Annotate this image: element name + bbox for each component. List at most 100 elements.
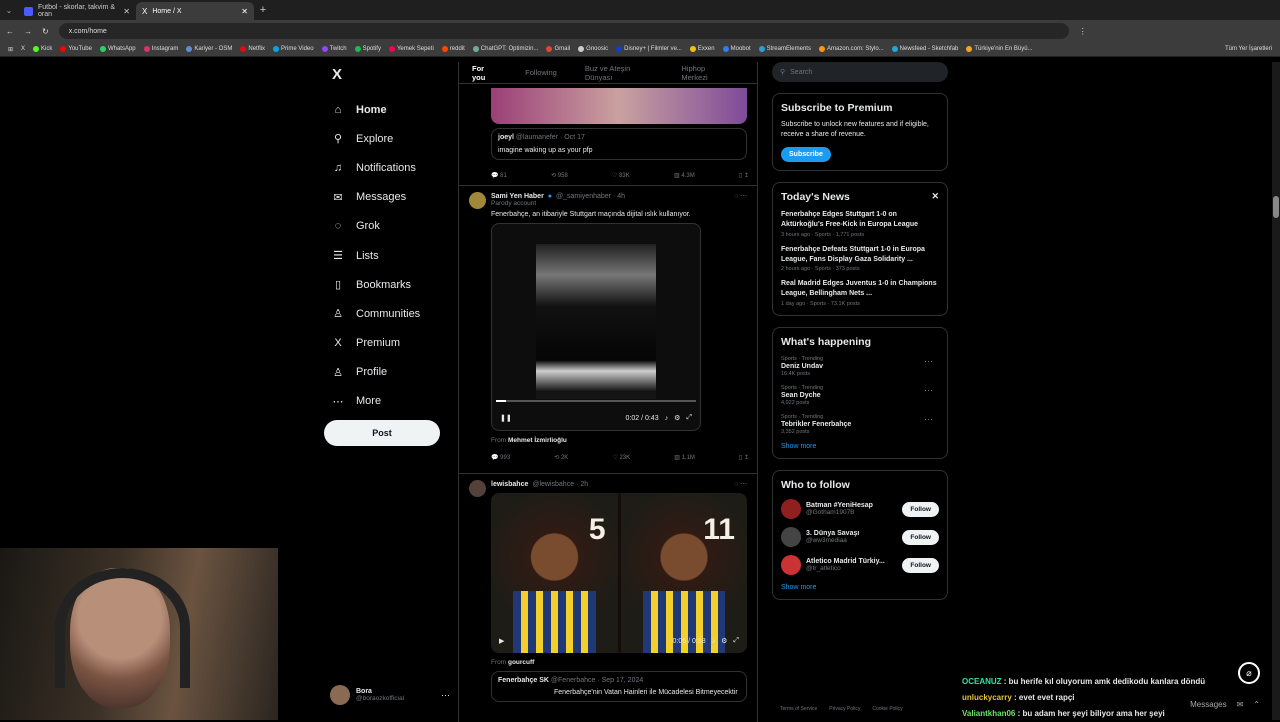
follow-suggestion[interactable]: Batman #YeniHesap @Gotham1907B Follow bbox=[781, 499, 939, 520]
bookmark-icon[interactable]: ▯ ↥ bbox=[739, 172, 749, 179]
nav-bookmarks[interactable]: ▯ Bookmarks bbox=[326, 270, 456, 299]
bookmark-item[interactable]: ChatGPT: Optimizin... bbox=[472, 46, 538, 52]
volume-icon[interactable]: ♪ bbox=[712, 638, 716, 645]
bookmark-item[interactable]: Gmail bbox=[546, 46, 570, 52]
avatar[interactable] bbox=[469, 192, 486, 209]
quoted-tweet[interactable]: Fenerbahçe SK @Fenerbahce · Sep 17, 2024… bbox=[491, 671, 747, 702]
bookmark-item[interactable]: Türkiye'nin En Büyü... bbox=[966, 46, 1033, 52]
forward-icon[interactable]: → bbox=[24, 27, 32, 36]
close-icon[interactable]: ✕ bbox=[241, 7, 248, 16]
more-icon[interactable]: ⋯ bbox=[924, 414, 933, 425]
news-item[interactable]: Fenerbahçe Edges Stuttgart 1-0 on Aktürk… bbox=[781, 210, 939, 238]
bookmark-item[interactable]: Moobot bbox=[722, 46, 751, 52]
url-field[interactable]: x.com/home bbox=[58, 23, 1069, 39]
video-player[interactable]: ❚❚ 0:02 / 0:43 ♪ ⚙ ⤢ bbox=[491, 223, 701, 431]
bookmark-item[interactable]: Amazon.com: Stylo... bbox=[818, 46, 884, 52]
grok-icon[interactable]: ◌ ⋯ bbox=[734, 480, 747, 488]
close-icon[interactable]: ✕ bbox=[123, 7, 130, 16]
volume-icon[interactable]: ♪ bbox=[665, 415, 669, 422]
more-icon[interactable]: ⋯ bbox=[924, 356, 933, 367]
nav-lists[interactable]: ☰ Lists bbox=[326, 241, 456, 270]
follow-suggestion[interactable]: 3. Dünya Savaşı @ww3mediaa Follow bbox=[781, 527, 939, 548]
bookmark-item[interactable]: StreamElements bbox=[758, 46, 811, 52]
nav-communities[interactable]: ♙ Communities bbox=[326, 299, 456, 328]
news-item[interactable]: Fenerbahçe Defeats Stuttgart 1-0 in Euro… bbox=[781, 245, 939, 273]
new-tab-button[interactable]: + bbox=[254, 4, 272, 16]
tweet-image[interactable] bbox=[491, 88, 747, 124]
tab-futbol[interactable]: Futbol - skorlar, takvim & oran ✕ bbox=[18, 2, 136, 20]
bookmark-item[interactable]: Gnoosic bbox=[578, 46, 608, 52]
trend-item[interactable]: Sports · Trending Tebrikler Fenerbahçe 3,3… bbox=[781, 414, 939, 435]
reply-button[interactable]: 💬 81 bbox=[491, 172, 507, 179]
bookmark-item[interactable]: Exxen bbox=[689, 46, 715, 52]
bookmark-item[interactable]: Spotify bbox=[354, 46, 381, 52]
nav-profile[interactable]: ♙ Profile bbox=[326, 358, 456, 387]
apps-icon[interactable]: ⊞ bbox=[8, 46, 13, 53]
tweet[interactable]: Sami Yen Haber ● @_samiyenhaber · 4h ◌ ⋯ Pa… bbox=[459, 186, 757, 474]
back-icon[interactable]: ← bbox=[6, 27, 14, 36]
pause-icon[interactable]: ❚❚ bbox=[500, 414, 512, 422]
bookmark-item[interactable]: YouTube bbox=[60, 46, 92, 52]
messages-drawer[interactable]: Messages ✉ ⌃ bbox=[1060, 700, 1260, 709]
extensions-icon[interactable]: ⋮ bbox=[1079, 27, 1087, 36]
like-button[interactable]: ♡ 83K bbox=[612, 172, 630, 179]
expand-icon[interactable]: ⌃ bbox=[1253, 700, 1260, 709]
bookmark-item[interactable]: reddit bbox=[441, 46, 465, 52]
follow-button[interactable]: Follow bbox=[902, 557, 939, 573]
video-progress[interactable] bbox=[496, 400, 696, 402]
retweet-button[interactable]: ⟲ 958 bbox=[551, 172, 568, 179]
bookmark-icon[interactable]: ▯ ↥ bbox=[739, 454, 749, 461]
post-button[interactable]: Post bbox=[324, 420, 440, 446]
compose-icon[interactable]: ✉ bbox=[1237, 700, 1244, 709]
bookmark-item[interactable]: Instagram bbox=[143, 46, 178, 52]
show-more-link[interactable]: Show more bbox=[781, 584, 939, 591]
video-player[interactable]: 5 11 ▶ 0:05 / 0:18 ♪ ⚙ ⤢ bbox=[491, 493, 747, 653]
views-button[interactable]: ▥ 4.3M bbox=[674, 172, 695, 179]
views-button[interactable]: ▥ 1.1M bbox=[674, 454, 695, 461]
tab-for-you[interactable]: For you bbox=[472, 64, 497, 82]
trend-item[interactable]: Sports · Trending Sean Dyche 4,922 posts ⋯ bbox=[781, 385, 939, 406]
settings-icon[interactable]: ⚙ bbox=[721, 637, 727, 645]
x-logo[interactable]: X bbox=[332, 66, 456, 83]
show-more-link[interactable]: Show more bbox=[781, 443, 939, 450]
fullscreen-icon[interactable]: ⤢ bbox=[733, 637, 739, 645]
nav-premium[interactable]: X Premium bbox=[326, 329, 456, 358]
like-button[interactable]: ♡ 23K bbox=[612, 454, 630, 461]
retweet-button[interactable]: ⟲ 2K bbox=[554, 454, 568, 461]
bookmark-item[interactable]: Kick bbox=[33, 46, 52, 52]
tab-list-buz[interactable]: Buz ve Ateşin Dünyası bbox=[585, 64, 654, 82]
bookmark-item[interactable]: WhatsApp bbox=[99, 46, 136, 52]
bookmark-item[interactable]: Newsfeed - Sketchfab bbox=[891, 46, 958, 52]
follow-suggestion[interactable]: Atletico Madrid Türkiy... @tr_atletico Fol… bbox=[781, 555, 939, 576]
all-bookmarks-folder[interactable]: Tüm Yer İşaretleri bbox=[1225, 46, 1272, 52]
tab-home-x[interactable]: X Home / X ✕ bbox=[136, 2, 254, 20]
more-icon[interactable]: ⋯ bbox=[924, 385, 933, 396]
account-switcher[interactable]: Bora @boraozkofficial ⋯ bbox=[330, 685, 450, 705]
tweet[interactable]: joeyl @laumanefer · Oct 17 imagine wakin… bbox=[459, 88, 757, 186]
tab-search-icon[interactable]: ⌄ bbox=[0, 6, 18, 15]
follow-button[interactable]: Follow bbox=[902, 529, 939, 545]
tab-list-hiphop[interactable]: Hiphop Merkezi bbox=[681, 64, 729, 82]
more-icon[interactable]: ⋯ bbox=[441, 690, 450, 701]
bookmark-item[interactable]: Yemek Sepeti bbox=[388, 46, 434, 52]
bookmark-item[interactable]: Kariyer - OSM bbox=[186, 46, 232, 52]
bookmark-item[interactable]: Twitch bbox=[321, 46, 347, 52]
quoted-tweet[interactable]: joeyl @laumanefer · Oct 17 imagine wakin… bbox=[491, 128, 747, 160]
nav-home[interactable]: ⌂ Home bbox=[326, 95, 456, 124]
nav-grok[interactable]: ◌ Grok bbox=[326, 212, 456, 241]
play-icon[interactable]: ▶ bbox=[499, 637, 504, 645]
nav-notifications[interactable]: ♫ Notifications bbox=[326, 153, 456, 182]
nav-explore[interactable]: ⚲ Explore bbox=[326, 124, 456, 153]
bookmark-item[interactable]: Disney+ | Filmler ve... bbox=[616, 46, 682, 52]
close-icon[interactable]: ✕ bbox=[931, 191, 939, 203]
fullscreen-icon[interactable]: ⤢ bbox=[686, 414, 692, 422]
bookmark-item[interactable]: Prime Video bbox=[273, 46, 314, 52]
nav-messages[interactable]: ✉ Messages bbox=[326, 183, 456, 212]
bookmark-x[interactable]: X bbox=[21, 46, 25, 52]
subscribe-button[interactable]: Subscribe bbox=[781, 147, 831, 163]
page-scrollbar[interactable] bbox=[1272, 62, 1280, 720]
nav-more[interactable]: ⋯ More bbox=[326, 387, 456, 416]
tweet[interactable]: lewisbahce @lewisbahce · 2h ◌ ⋯ 5 11 ▶ 0:05… bbox=[459, 474, 757, 722]
reply-button[interactable]: 💬 993 bbox=[491, 454, 510, 461]
tab-following[interactable]: Following bbox=[525, 68, 557, 77]
